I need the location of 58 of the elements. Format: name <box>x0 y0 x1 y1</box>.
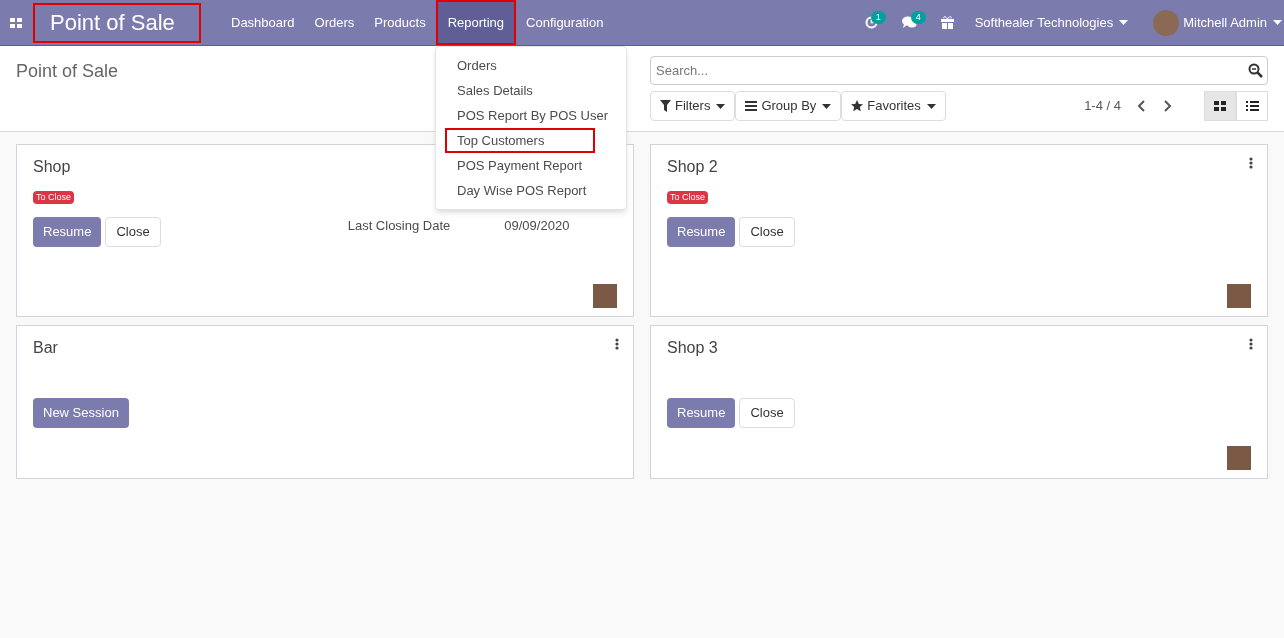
dropdown-menu-item[interactable]: Sales Details <box>445 78 533 103</box>
primary-button[interactable]: New Session <box>33 398 129 428</box>
app-title: Point of Sale <box>33 2 201 43</box>
session-name: Shop 3 <box>667 338 718 358</box>
caret-icon <box>926 103 936 109</box>
caret-icon <box>822 103 832 109</box>
grid-icon <box>1214 101 1226 111</box>
chevron-left-icon[interactable] <box>1137 100 1146 112</box>
breadcrumb: Point of Sale <box>16 61 119 81</box>
list-view-button[interactable] <box>1236 91 1268 121</box>
list-icon <box>1245 101 1259 111</box>
user-menu[interactable]: Mitchell Admin <box>1153 9 1282 36</box>
search-field[interactable]: Search... <box>650 56 1268 85</box>
filter-dropdown-button[interactable]: Filters <box>650 91 736 121</box>
session-name: Shop <box>33 157 71 177</box>
caret-icon <box>716 103 726 109</box>
dropdown-menu-item[interactable]: Top Customers <box>445 128 595 153</box>
dropdown-menu-item[interactable]: Day Wise POS Report <box>445 178 587 203</box>
message-count-badge: 4 <box>910 11 926 24</box>
nav-menu-item[interactable]: Reporting <box>435 0 517 45</box>
dropdown-menu-item[interactable]: POS Payment Report <box>445 153 582 178</box>
primary-button[interactable]: Resume <box>33 217 102 247</box>
nav-menu-item[interactable]: Dashboard <box>221 0 305 45</box>
caret-icon <box>1273 20 1282 25</box>
activity-count-badge: 1 <box>870 11 886 24</box>
caret-icon <box>1119 20 1129 25</box>
vertical-dots-icon[interactable] <box>1249 338 1253 350</box>
chevron-right-icon[interactable] <box>1163 100 1172 112</box>
user-avatar <box>1153 9 1180 36</box>
dropdown-menu-item[interactable]: POS Report By POS User <box>445 103 608 128</box>
gift-icon[interactable] <box>940 16 954 29</box>
last-closing-date: 09/09/2020 <box>504 217 570 236</box>
status-badge: To Close <box>33 191 74 204</box>
last-closing-label: Last Closing Date <box>347 217 451 236</box>
secondary-button[interactable]: Close <box>739 398 795 428</box>
secondary-button[interactable]: Close <box>105 217 161 247</box>
vertical-dots-icon[interactable] <box>1249 157 1253 169</box>
nav-menu-item[interactable]: Configuration <box>516 0 614 45</box>
secondary-button[interactable]: Close <box>739 217 795 247</box>
app-grid-icon[interactable] <box>10 17 22 28</box>
filter-icon <box>660 100 671 112</box>
filter-dropdown-button[interactable]: Favorites <box>841 91 946 121</box>
nav-menu-item[interactable]: Orders <box>304 0 365 45</box>
company-switcher[interactable]: Softhealer Technologies <box>974 12 1129 33</box>
filter-dropdown-button[interactable]: Group By <box>735 91 842 121</box>
search-icon <box>1248 63 1263 78</box>
star-icon <box>851 100 864 112</box>
primary-button[interactable]: Resume <box>667 398 736 428</box>
nav-menu-item[interactable]: Products <box>364 0 436 45</box>
pager-value: 1-4 / 4 <box>1084 97 1121 116</box>
vertical-dots-icon[interactable] <box>615 338 619 350</box>
kanban-view-button[interactable] <box>1204 91 1236 121</box>
session-name: Shop 2 <box>667 157 718 177</box>
session-name: Bar <box>33 338 58 358</box>
menu-icon <box>745 101 758 111</box>
dropdown-menu-item[interactable]: Orders <box>445 53 497 78</box>
primary-button[interactable]: Resume <box>667 217 736 247</box>
status-badge: To Close <box>667 191 708 204</box>
